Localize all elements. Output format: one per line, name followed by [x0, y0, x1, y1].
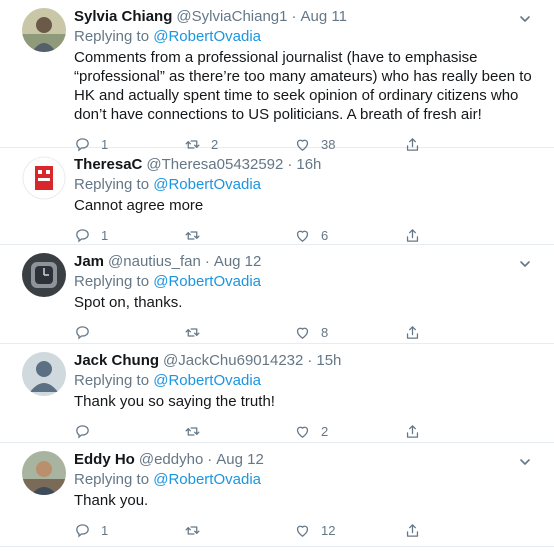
share-icon: [406, 523, 419, 537]
replying-prefix: Replying to: [74, 28, 150, 45]
chevron-down-icon[interactable]: [518, 257, 532, 271]
reply-feed: Sylvia Chiang @SylviaChiang1 · Aug 11 Re…: [0, 0, 554, 547]
separator-dot: ·: [207, 451, 213, 468]
retweet-icon: [185, 525, 200, 535]
heart-icon: [296, 230, 309, 242]
replying-prefix: Replying to: [74, 176, 150, 193]
like-button[interactable]: 12: [294, 522, 404, 539]
tweet[interactable]: Eddy Ho @eddyho · Aug 12 Replying to @Ro…: [0, 443, 554, 547]
tweet[interactable]: Jam @nautius_fan · Aug 12 Replying to @R…: [0, 245, 554, 344]
tweet-text: Thank you.: [74, 492, 149, 509]
replying-to: Replying to @RobertOvadia: [74, 28, 540, 46]
avatar[interactable]: [22, 253, 66, 297]
chevron-down-icon[interactable]: [518, 12, 532, 26]
retweet-button[interactable]: [184, 522, 294, 539]
retweet-icon: [185, 426, 200, 436]
timestamp[interactable]: Aug 12: [214, 253, 262, 271]
replying-prefix: Replying to: [74, 471, 150, 488]
share-button[interactable]: [404, 522, 444, 539]
reply-icon: [76, 424, 89, 439]
separator-dot: ·: [204, 253, 210, 270]
chevron-down-icon[interactable]: [518, 455, 532, 469]
retweet-button[interactable]: [184, 324, 294, 341]
reply-button[interactable]: [74, 324, 184, 341]
tweet-text: Thank you so saying the truth!: [74, 393, 275, 410]
timestamp[interactable]: Aug 11: [301, 8, 347, 26]
like-count: 6: [321, 227, 329, 243]
avatar[interactable]: [22, 352, 66, 396]
reply-user-link[interactable]: @RobertOvadia: [153, 471, 261, 488]
author-handle[interactable]: @JackChu69014232: [163, 352, 303, 370]
author-handle[interactable]: @eddyho: [139, 451, 203, 469]
reply-icon: [76, 325, 89, 340]
like-button[interactable]: 2: [294, 423, 404, 440]
share-button[interactable]: [404, 324, 444, 341]
heart-icon: [296, 525, 309, 537]
share-icon: [406, 325, 419, 339]
share-button[interactable]: [404, 423, 444, 440]
reply-user-link[interactable]: @RobertOvadia: [153, 273, 261, 290]
retweet-icon: [185, 230, 200, 240]
tweet-text: Spot on, thanks.: [74, 294, 183, 311]
like-button[interactable]: 8: [294, 324, 404, 341]
like-button[interactable]: 6: [294, 227, 404, 244]
tweet[interactable]: Jack Chung @JackChu69014232 · 15h Replyi…: [0, 344, 554, 443]
tweet-actions: 1 12: [74, 519, 540, 551]
share-icon: [406, 424, 419, 438]
retweet-button[interactable]: [184, 227, 294, 244]
author-name[interactable]: Jack Chung: [74, 352, 159, 370]
reply-user-link[interactable]: @RobertOvadia: [153, 372, 261, 389]
like-count: 2: [321, 423, 329, 439]
reply-user-link[interactable]: @RobertOvadia: [153, 28, 261, 45]
separator-dot: ·: [307, 352, 313, 369]
heart-icon: [296, 327, 309, 339]
timestamp[interactable]: Aug 12: [216, 451, 264, 469]
replying-prefix: Replying to: [74, 273, 150, 290]
tweet[interactable]: TheresaC @Theresa05432592 · 16h Replying…: [0, 148, 554, 245]
timestamp[interactable]: 15h: [316, 352, 341, 370]
reply-count: 1: [101, 227, 109, 243]
separator-dot: ·: [287, 156, 293, 173]
retweet-button[interactable]: [184, 423, 294, 440]
avatar[interactable]: [22, 156, 66, 200]
tweet-text: Cannot agree more: [74, 197, 204, 214]
share-icon: [406, 228, 419, 242]
author-name[interactable]: Sylvia Chiang: [74, 8, 172, 26]
replying-to: Replying to @RobertOvadia: [74, 273, 540, 291]
reply-icon: [76, 228, 89, 243]
replying-to: Replying to @RobertOvadia: [74, 176, 540, 194]
reply-button[interactable]: [74, 423, 184, 440]
like-count: 8: [321, 324, 329, 340]
like-count: 12: [321, 522, 336, 538]
heart-icon: [296, 426, 309, 438]
replying-to: Replying to @RobertOvadia: [74, 372, 540, 390]
avatar[interactable]: [22, 451, 66, 495]
retweet-icon: [185, 327, 200, 337]
tweet[interactable]: Sylvia Chiang @SylviaChiang1 · Aug 11 Re…: [0, 0, 554, 152]
author-handle[interactable]: @nautius_fan: [108, 253, 201, 271]
author-name[interactable]: TheresaC: [74, 156, 142, 174]
tweet-text: Comments from a professional journalist …: [74, 49, 532, 123]
reply-user-link[interactable]: @RobertOvadia: [153, 176, 261, 193]
reply-button[interactable]: 1: [74, 227, 184, 244]
reply-button[interactable]: 1: [74, 522, 184, 539]
reply-icon: [76, 523, 89, 538]
author-name[interactable]: Eddy Ho: [74, 451, 135, 469]
avatar[interactable]: [22, 8, 66, 52]
author-name[interactable]: Jam: [74, 253, 104, 271]
replying-prefix: Replying to: [74, 372, 150, 389]
share-button[interactable]: [404, 227, 444, 244]
replying-to: Replying to @RobertOvadia: [74, 471, 540, 489]
author-handle[interactable]: @Theresa05432592: [146, 156, 283, 174]
separator-dot: ·: [291, 8, 297, 25]
reply-count: 1: [101, 522, 109, 538]
timestamp[interactable]: 16h: [296, 156, 321, 174]
author-handle[interactable]: @SylviaChiang1: [176, 8, 287, 26]
